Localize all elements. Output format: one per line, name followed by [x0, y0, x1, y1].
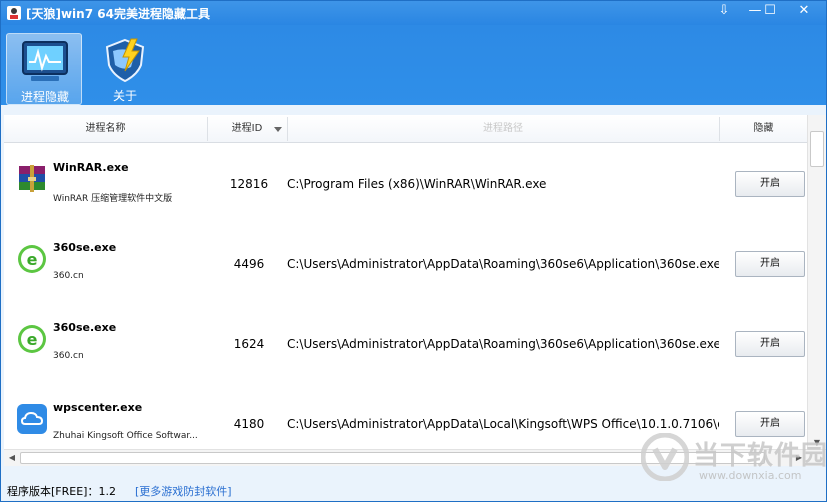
downxia-logo-icon	[641, 433, 689, 481]
column-header-name[interactable]: 进程名称	[4, 115, 207, 143]
process-list[interactable]: WinRAR.exe WinRAR 压缩管理软件中文版 12816 C:\Pro…	[4, 143, 807, 449]
cloud-icon	[17, 404, 47, 434]
vertical-scrollbar[interactable]: ▼	[807, 115, 826, 449]
360se-browser-icon: e	[18, 245, 46, 273]
process-id: 4496	[233, 257, 265, 271]
process-monitor-icon	[22, 41, 68, 81]
tab-label: 进程隐藏	[20, 90, 69, 104]
360se-browser-icon: e	[18, 325, 46, 353]
table-row[interactable]: e 360se.exe 360.cn 4496 C:\Users\Adminis…	[4, 223, 807, 303]
enable-hide-button[interactable]: 开启	[735, 251, 805, 277]
process-description: 360.cn	[53, 351, 84, 361]
process-description: WinRAR 压缩管理软件中文版	[53, 194, 173, 204]
watermark-url: www.downxia.com	[699, 469, 802, 482]
maximize-button[interactable]: ☐	[754, 1, 786, 23]
watermark: 当下软件园 www.downxia.com	[641, 433, 827, 491]
version-label: 程序版本[FREE]：1.2	[7, 485, 116, 498]
process-id: 4180	[233, 417, 265, 431]
process-path: C:\Users\Administrator\AppData\Roaming\3…	[287, 257, 719, 271]
table-row[interactable]: e 360se.exe 360.cn 1624 C:\Users\Adminis…	[4, 303, 807, 383]
process-name: wpscenter.exe	[53, 401, 143, 414]
more-software-link[interactable]: [更多游戏防封软件]	[135, 483, 232, 499]
menu-icon[interactable]: ⇩	[708, 1, 740, 23]
process-name: 360se.exe	[53, 241, 117, 254]
process-description: Zhuhai Kingsoft Office Softwar...	[53, 431, 198, 441]
process-id: 1624	[233, 337, 265, 351]
sort-desc-icon	[274, 127, 282, 132]
toolbar: 进程隐藏 关于	[1, 25, 826, 105]
table-header: 进程名称 进程ID 进程路径 隐藏	[4, 115, 807, 143]
process-name: WinRAR.exe	[53, 161, 129, 174]
watermark-text: 当下软件园	[693, 441, 827, 471]
enable-hide-button[interactable]: 开启	[735, 331, 805, 357]
svg-text:e: e	[27, 250, 38, 269]
process-path: C:\Program Files (x86)\WinRAR\WinRAR.exe	[287, 177, 547, 191]
tab-label: 关于	[112, 89, 137, 103]
vertical-scroll-thumb[interactable]	[810, 131, 824, 167]
svg-text:e: e	[27, 330, 38, 349]
tab-process-hide[interactable]: 进程隐藏	[6, 33, 82, 105]
process-name: 360se.exe	[53, 321, 117, 334]
table-row[interactable]: WinRAR.exe WinRAR 压缩管理软件中文版 12816 C:\Pro…	[4, 143, 807, 223]
process-path: C:\Users\Administrator\AppData\Local\Kin…	[287, 417, 719, 431]
column-header-path[interactable]: 进程路径	[288, 115, 718, 143]
enable-hide-button[interactable]: 开启	[735, 171, 805, 197]
scroll-left-icon[interactable]: ◀	[4, 450, 20, 466]
winrar-icon	[19, 165, 45, 192]
tab-about[interactable]: 关于	[87, 33, 163, 105]
process-description: 360.cn	[53, 271, 84, 281]
window-title: [天狼]win7 64完美进程隐藏工具	[26, 7, 210, 21]
column-header-hide[interactable]: 隐藏	[720, 115, 807, 143]
title-bar[interactable]: [天狼]win7 64完美进程隐藏工具 ⇩ — ☐ ✕	[1, 1, 826, 25]
app-icon	[7, 6, 21, 20]
process-path: C:\Users\Administrator\AppData\Roaming\3…	[287, 337, 719, 351]
process-id: 12816	[229, 177, 269, 191]
app-window: [天狼]win7 64完美进程隐藏工具 ⇩ — ☐ ✕ 进程隐藏 关于 进程名称	[0, 0, 827, 502]
close-button[interactable]: ✕	[788, 1, 820, 23]
shield-lightning-icon	[105, 38, 145, 83]
